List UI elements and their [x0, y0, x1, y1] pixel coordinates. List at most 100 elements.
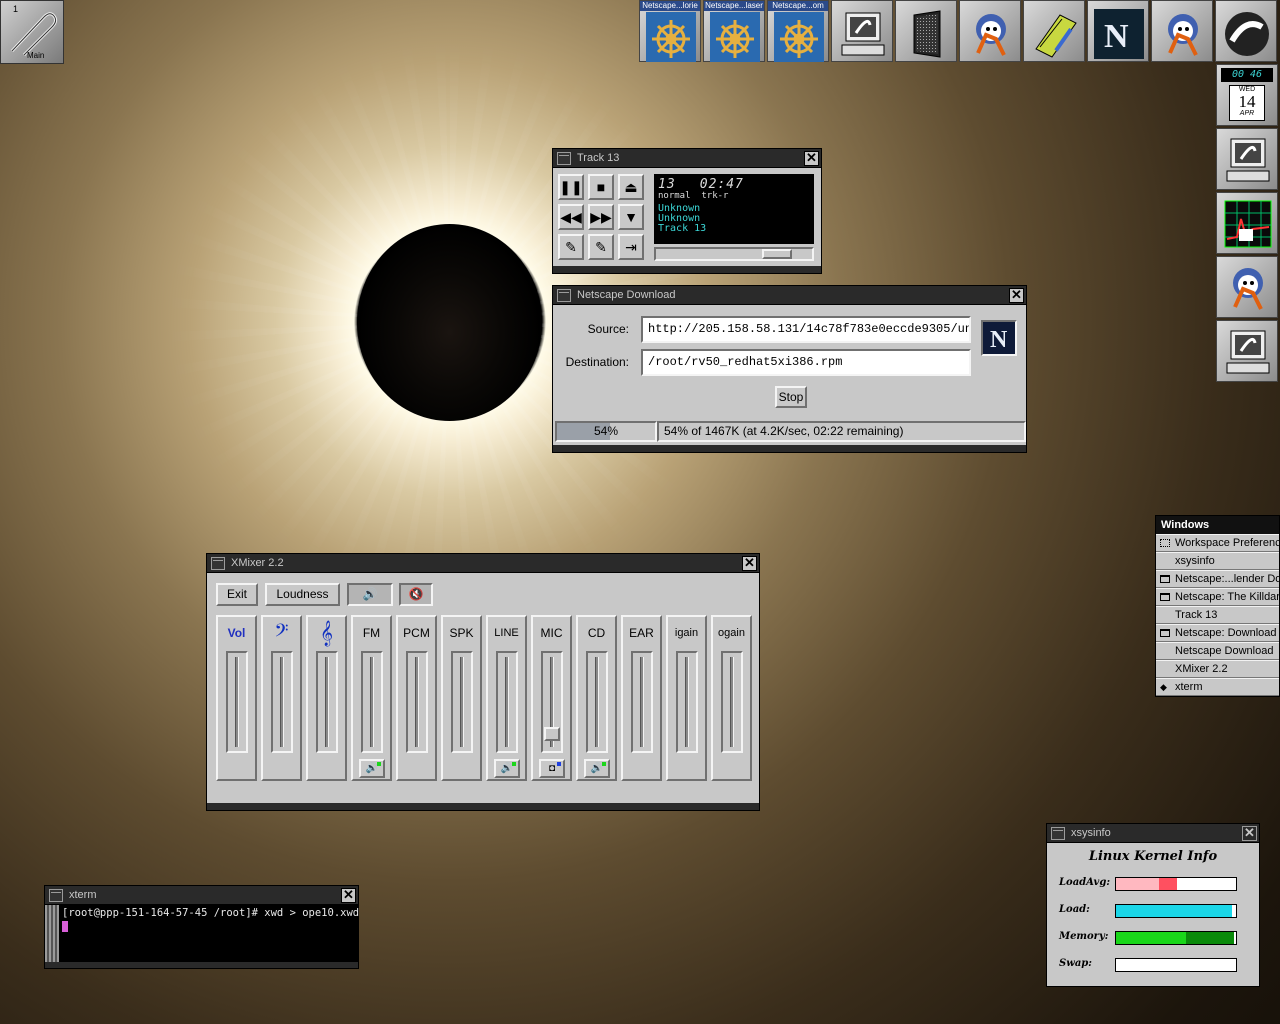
- channel-slider[interactable]: [676, 651, 698, 753]
- channel-slider[interactable]: [361, 651, 383, 753]
- close-button[interactable]: ✕: [1242, 826, 1257, 841]
- window-list-item[interactable]: xsysinfo: [1156, 552, 1279, 570]
- window-list-item[interactable]: ◆ xterm: [1156, 678, 1279, 696]
- channel-label: ogain: [718, 627, 745, 639]
- loudness-button[interactable]: Loudness: [265, 583, 340, 606]
- rewind-button[interactable]: ◀◀: [558, 204, 584, 230]
- terminal-scrollbar[interactable]: [45, 905, 59, 962]
- side-tile-gimp[interactable]: [1216, 256, 1278, 318]
- eject-button[interactable]: ⏏: [618, 174, 644, 200]
- edit-info-button[interactable]: ✎: [558, 234, 584, 260]
- dock-tile[interactable]: [1215, 0, 1277, 62]
- download-window: Netscape Download ✕ Source: http://205.1…: [552, 285, 1027, 453]
- cd-position-slider[interactable]: [654, 247, 814, 261]
- record-source-toggle[interactable]: 🔊: [359, 759, 385, 778]
- ship-wheel-icon: [710, 12, 760, 62]
- channel-slider[interactable]: [721, 651, 743, 753]
- exit-button[interactable]: Exit: [216, 583, 258, 606]
- dock-tile[interactable]: Netscape...om: [767, 0, 829, 62]
- channel-slider[interactable]: [631, 651, 653, 753]
- channel-label: Vol: [227, 626, 246, 640]
- channel-slider[interactable]: [496, 651, 518, 753]
- channel-slider[interactable]: [406, 651, 428, 753]
- bass-channel: 𝄢: [261, 615, 302, 781]
- dock-tile[interactable]: [1151, 0, 1213, 62]
- stereo-button[interactable]: 🔊: [347, 583, 393, 606]
- edit-playlist-button[interactable]: ✎: [588, 234, 614, 260]
- channel-slider[interactable]: [451, 651, 473, 753]
- xsysinfo-titlebar[interactable]: xsysinfo ✕: [1047, 824, 1259, 843]
- slider-groove: [235, 657, 239, 747]
- window-resize-bar[interactable]: [45, 962, 358, 968]
- window-menu-button[interactable]: [211, 556, 225, 570]
- dock-tile[interactable]: [831, 0, 893, 62]
- stop-download-button[interactable]: Stop: [775, 386, 807, 408]
- fast-forward-button[interactable]: ▶▶: [588, 204, 614, 230]
- terminal-area[interactable]: [root@ppp-151-164-57-45 /root]# xwd > op…: [45, 905, 359, 962]
- quit-button[interactable]: ⇥: [618, 234, 644, 260]
- window-list-label: Netscape:...lender Dow: [1175, 573, 1279, 585]
- stereo-icon: 🔊: [362, 587, 378, 601]
- window-list-item[interactable]: XMixer 2.2: [1156, 660, 1279, 678]
- channel-slider[interactable]: [316, 651, 338, 753]
- dock-tile[interactable]: Netscape...lorie: [639, 0, 701, 62]
- workspace-switcher[interactable]: 1 Main: [0, 0, 64, 64]
- stop-button[interactable]: ■: [588, 174, 614, 200]
- close-button[interactable]: ✕: [1009, 288, 1024, 303]
- channel-slider[interactable]: [271, 651, 293, 753]
- window-list-item[interactable]: Netscape:...lender Dow: [1156, 570, 1279, 588]
- window-menu-button[interactable]: [557, 288, 571, 302]
- download-titlebar[interactable]: Netscape Download ✕: [553, 286, 1026, 305]
- window-menu-button[interactable]: [49, 888, 63, 902]
- channel-slider[interactable]: [586, 651, 608, 753]
- svg-text:N: N: [1104, 18, 1129, 55]
- window-resize-bar[interactable]: [553, 445, 1026, 452]
- side-tile-computer-1[interactable]: [1216, 128, 1278, 190]
- window-resize-bar[interactable]: [553, 266, 821, 273]
- cd-player-titlebar[interactable]: Track 13 ✕: [553, 149, 821, 168]
- pause-button[interactable]: ❚❚: [558, 174, 584, 200]
- record-source-toggle[interactable]: 🔊: [584, 759, 610, 778]
- window-list-item[interactable]: Netscape: The Killdares: [1156, 588, 1279, 606]
- netscape-logo: N: [981, 320, 1017, 356]
- record-source-toggle[interactable]: 🔊: [494, 759, 520, 778]
- dock-tile[interactable]: N: [1087, 0, 1149, 62]
- cd-position-knob[interactable]: [762, 249, 792, 259]
- close-button[interactable]: ✕: [742, 556, 757, 571]
- slider-knob[interactable]: [544, 727, 560, 741]
- destination-field[interactable]: /root/rv50_redhat5xi386.rpm: [641, 349, 971, 376]
- xsysinfo-heading: Linux Kernel Info: [1088, 849, 1218, 864]
- window-menu-button[interactable]: [1051, 826, 1065, 840]
- window-list-item[interactable]: Netscape Download: [1156, 642, 1279, 660]
- ogain-channel: ogain: [711, 615, 752, 781]
- sysinfo-meter-accent: [1185, 932, 1234, 944]
- progress-bar: 54%: [555, 421, 657, 442]
- dock-tile[interactable]: Netscape...laser: [703, 0, 765, 62]
- close-button[interactable]: ✕: [341, 888, 356, 903]
- window-list-item[interactable]: Workspace Preferences: [1156, 534, 1279, 552]
- source-field[interactable]: http://205.158.58.131/14c78f783e0eccde93…: [641, 316, 971, 343]
- side-tile-computer-2[interactable]: [1216, 320, 1278, 382]
- ship-wheel-icon: [646, 12, 696, 62]
- dock-tile[interactable]: [959, 0, 1021, 62]
- dock-tile[interactable]: [895, 0, 957, 62]
- side-tile-monitor-graph[interactable]: [1216, 192, 1278, 254]
- mixer-titlebar[interactable]: XMixer 2.2 ✕: [207, 554, 759, 573]
- window-menu-button[interactable]: [557, 151, 571, 165]
- close-button[interactable]: ✕: [804, 151, 819, 166]
- gimp-icon: [1233, 268, 1263, 310]
- channel-slider[interactable]: [541, 651, 563, 753]
- channel-slider[interactable]: [226, 651, 248, 753]
- window-resize-bar[interactable]: [207, 803, 759, 810]
- destination-label: Destination:: [565, 355, 629, 369]
- track-menu-button[interactable]: ▼: [618, 204, 644, 230]
- nextstep-icon: [1225, 12, 1269, 56]
- mute-button[interactable]: 🔇: [399, 583, 433, 606]
- xterm-titlebar[interactable]: xterm ✕: [45, 886, 358, 905]
- dock-tile[interactable]: [1023, 0, 1085, 62]
- record-source-toggle[interactable]: ◘: [539, 759, 565, 778]
- slider-groove: [640, 657, 644, 747]
- window-list-item[interactable]: Track 13: [1156, 606, 1279, 624]
- clock-tile[interactable]: 00 46 WED 14 APR: [1216, 64, 1278, 126]
- window-list-item[interactable]: Netscape: Download R: [1156, 624, 1279, 642]
